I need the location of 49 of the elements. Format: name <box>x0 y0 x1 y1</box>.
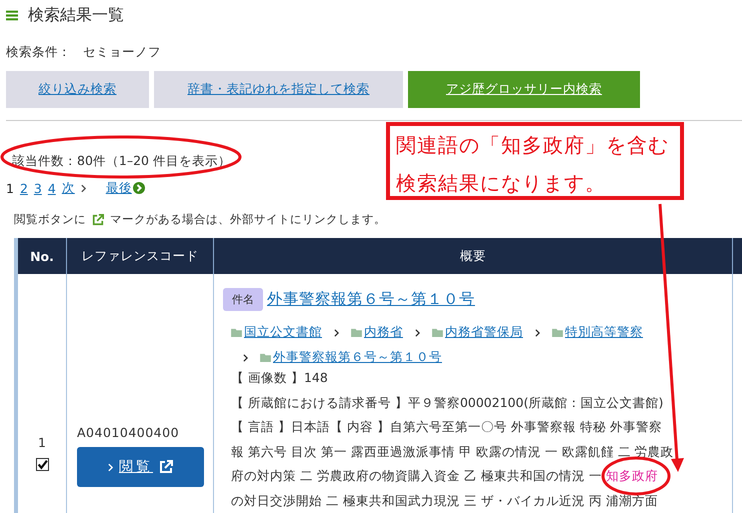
last-page-link[interactable]: 最後 <box>106 180 132 196</box>
menu-icon <box>6 10 18 20</box>
reference-code: A04010400400 <box>77 425 180 440</box>
condition-value: セミョーノフ <box>83 44 161 60</box>
page-link[interactable]: 2 <box>20 180 28 196</box>
title-tag: 件名 <box>223 288 263 311</box>
column-header: No. <box>16 238 66 274</box>
summary-text: 【 所蔵館における請求番号 】平９警察00002100(所蔵館：国立公文書館) <box>231 394 664 410</box>
highlight-ellipse <box>602 456 670 496</box>
highlighted-term: 知多政府 <box>606 468 658 483</box>
breadcrumb-link[interactable]: 外事警察報第６号～第１０号 <box>273 349 442 366</box>
breadcrumb-link[interactable]: 国立公文書館 <box>244 324 322 341</box>
title-link[interactable]: 外事警察報第６号～第１０号 <box>267 289 475 310</box>
chevron-icon <box>334 328 339 336</box>
folder-icon <box>231 328 242 337</box>
note-text: 閲覧ボタンに <box>14 212 86 227</box>
breadcrumb-link[interactable]: 特別高等警察 <box>565 324 643 341</box>
view-button[interactable]: 閲覧 <box>77 447 204 487</box>
external-link-icon <box>159 460 173 474</box>
page-link[interactable]: 3 <box>34 180 42 196</box>
page-link[interactable]: 4 <box>48 180 56 196</box>
search-button[interactable]: 辞書・表記ゆれを指定して検索 <box>154 71 403 108</box>
column-header: レファレンスコード <box>66 238 214 274</box>
row-number: 1 <box>38 435 46 450</box>
breadcrumb-link[interactable]: 内務省警保局 <box>445 324 523 341</box>
page-link[interactable]: 次 <box>62 180 75 196</box>
external-link-icon <box>92 214 104 226</box>
chevron-icon <box>535 328 540 336</box>
row-checkbox[interactable] <box>36 458 48 471</box>
summary-text: の対日交渉開始 二 極東共和国武力現況 三 ザ・バイカル近況 丙 浦潮方面 <box>231 492 658 508</box>
callout-text: 関連語の「知多政府」を含む検索結果になります。 <box>386 122 684 200</box>
folder-icon <box>552 328 563 337</box>
chevron-icon <box>80 184 86 192</box>
note-text: マークがある場合は、外部サイトにリンクします。 <box>110 212 386 227</box>
search-button[interactable]: アジ歴グロッサリー内検索 <box>408 71 640 108</box>
chevron-icon <box>243 354 248 362</box>
summary-text: 府の対内策 二 労農政府の物資購入資金 乙 極東共和国の情況 一 <box>231 468 603 483</box>
chevron-icon <box>108 462 113 472</box>
summary-text: 【 画像数 】148 <box>231 370 328 385</box>
summary-text: 【 言語 】日本語【 内容 】自第六号至第一〇号 外事警察報 特秘 外事警察 <box>231 419 662 434</box>
search-button[interactable]: 絞り込み検索 <box>6 71 149 108</box>
breadcrumb-link[interactable]: 内務省 <box>364 324 403 341</box>
chevron-icon <box>415 328 420 336</box>
column-header: 概要 <box>214 238 732 274</box>
folder-icon <box>351 328 362 337</box>
page-title: 検索結果一覧 <box>28 4 124 26</box>
condition-label: 検索条件： <box>6 44 71 60</box>
folder-icon <box>260 353 271 362</box>
folder-icon <box>432 328 443 337</box>
